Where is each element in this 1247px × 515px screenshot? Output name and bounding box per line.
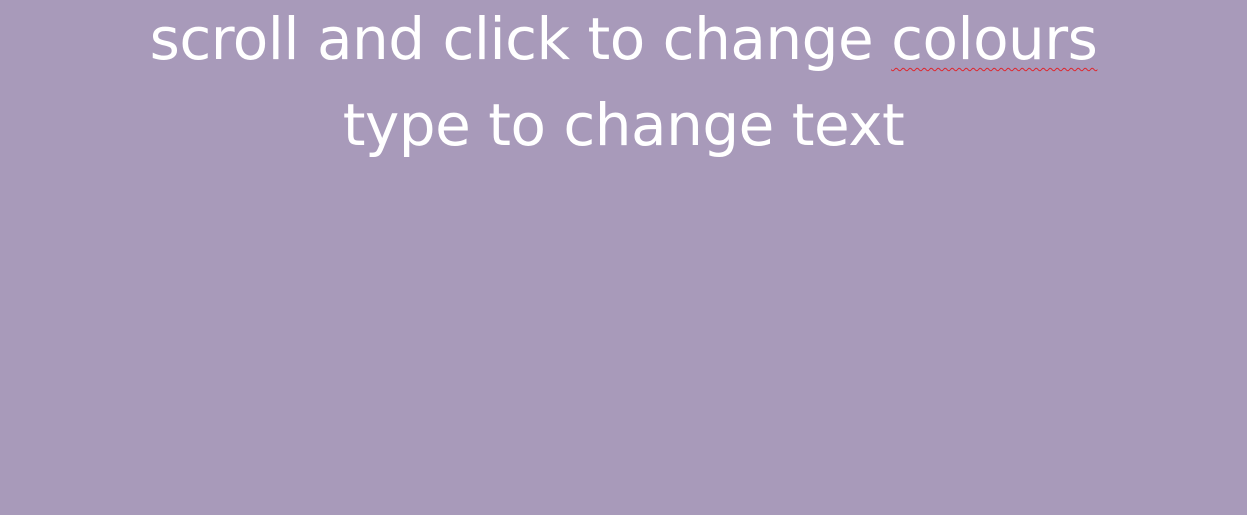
instruction-line-2: type to change text xyxy=(342,91,905,159)
misspelled-word: colours xyxy=(891,5,1098,73)
instruction-line-1: scroll and click to change colours xyxy=(0,0,1247,82)
instruction-line-1-text: scroll and click to change xyxy=(149,5,892,73)
canvas[interactable]: scroll and click to change colours type … xyxy=(0,0,1247,515)
text-editor[interactable]: scroll and click to change colours type … xyxy=(0,0,1247,515)
